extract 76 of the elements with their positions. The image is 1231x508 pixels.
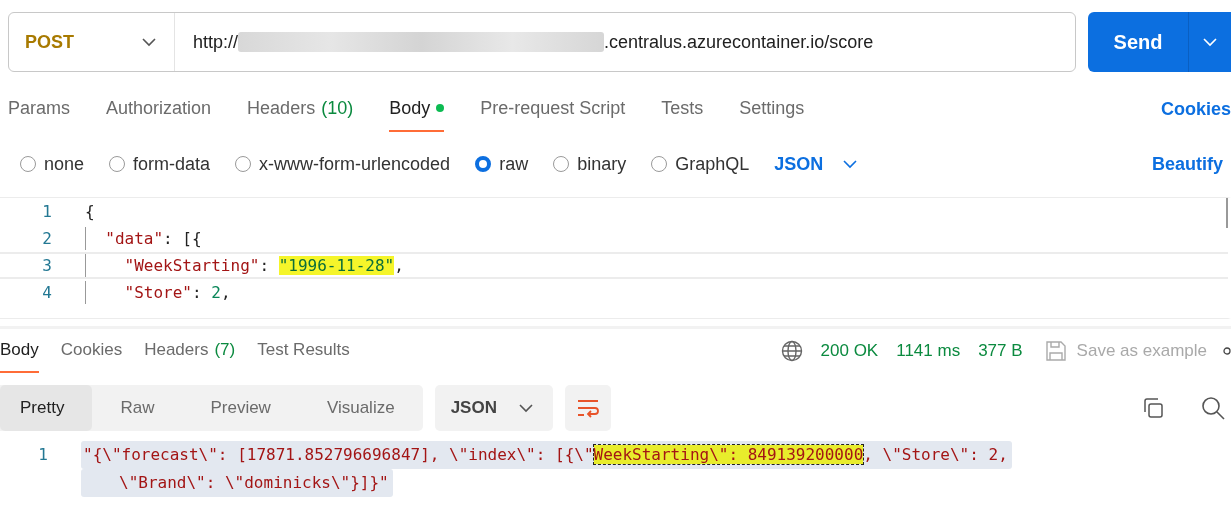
line-number: 1 bbox=[37, 444, 48, 466]
code-token: , bbox=[394, 256, 404, 275]
response-tab[interactable]: Test Results bbox=[257, 329, 350, 373]
option-label: GraphQL bbox=[675, 153, 750, 175]
option-label: binary bbox=[577, 153, 627, 175]
url-bar[interactable]: POST http:// .centralus.azurecontainer.io/score bbox=[8, 12, 1076, 72]
code-token: : bbox=[191, 283, 203, 302]
method-dropdown[interactable]: POST bbox=[9, 13, 175, 71]
method-label: POST bbox=[25, 31, 74, 53]
view-mode-tab[interactable]: Pretty bbox=[0, 385, 93, 431]
code-text: "{\"forecast\": [17871.852796696847], \"index\": [{\" bbox=[83, 445, 594, 464]
code-token: "WeekStarting" bbox=[123, 256, 260, 275]
beautify-link[interactable]: Beautify bbox=[1152, 153, 1223, 175]
tab-label: Headers bbox=[144, 340, 209, 360]
count-label: (10) bbox=[321, 97, 354, 119]
code-token: { bbox=[85, 202, 95, 221]
option-label: form-data bbox=[133, 153, 211, 175]
more-icon[interactable] bbox=[1223, 347, 1231, 355]
code-editor[interactable]: 1 { 2 "data": [{ 3 "WeekStarting": "1996-11-28", 4 "Store": 2, bbox=[0, 197, 1231, 319]
highlighted-code: "1996-11-28" bbox=[278, 256, 395, 275]
body-type-option[interactable]: form-data bbox=[109, 153, 211, 175]
tab-label: Headers bbox=[247, 97, 316, 119]
option-label: raw bbox=[499, 153, 529, 175]
wrap-lines-icon bbox=[575, 398, 600, 418]
chevron-down-icon bbox=[843, 159, 858, 169]
response-time: 1141 ms bbox=[896, 341, 961, 361]
chevron-down-icon bbox=[518, 403, 533, 413]
view-mode-tab[interactable]: Raw bbox=[92, 385, 183, 431]
response-tab[interactable]: Headers (7) bbox=[144, 329, 236, 373]
code-token: : bbox=[259, 256, 271, 275]
wrap-lines-button[interactable] bbox=[564, 385, 611, 431]
format-dropdown[interactable]: JSON bbox=[774, 153, 858, 175]
search-icon[interactable] bbox=[1201, 396, 1225, 420]
chevron-down-icon bbox=[142, 37, 156, 47]
code-text: , \"Store\": 2, bbox=[863, 445, 1008, 464]
count-label: (7) bbox=[214, 340, 236, 360]
request-tab[interactable]: Settings bbox=[739, 86, 805, 132]
request-tab[interactable]: Tests bbox=[661, 86, 704, 132]
line-number: 3 bbox=[41, 256, 52, 275]
line-number: 1 bbox=[41, 202, 52, 221]
code-token: "data" bbox=[104, 229, 164, 248]
globe-icon[interactable] bbox=[780, 340, 803, 362]
option-label: none bbox=[44, 153, 85, 175]
request-tab[interactable]: Authorization bbox=[106, 86, 212, 132]
request-tab[interactable]: Headers (10) bbox=[247, 86, 354, 132]
format-label: JSON bbox=[450, 398, 497, 418]
code-token: "Store" bbox=[123, 283, 192, 302]
radio-button[interactable] bbox=[475, 156, 492, 172]
highlighted-code: WeekStarting\": 849139200000 bbox=[593, 445, 864, 464]
code-token: , bbox=[220, 283, 231, 302]
request-tab[interactable]: Pre-request Script bbox=[480, 86, 626, 132]
body-type-option[interactable]: none bbox=[20, 153, 85, 175]
response-tab[interactable]: Body bbox=[0, 329, 39, 373]
code-token: : [{ bbox=[163, 229, 202, 248]
body-type-option[interactable]: binary bbox=[553, 153, 627, 175]
request-tab[interactable]: Body bbox=[389, 86, 445, 132]
url-text: .centralus.azurecontainer.io/score bbox=[604, 31, 874, 53]
response-tab[interactable]: Cookies bbox=[60, 329, 123, 373]
cookies-link[interactable]: Cookies bbox=[1160, 98, 1231, 120]
status-code: 200 OK bbox=[820, 341, 879, 361]
request-tab[interactable]: Params bbox=[8, 86, 70, 132]
copy-icon[interactable] bbox=[1141, 396, 1165, 420]
format-dropdown[interactable]: JSON bbox=[434, 385, 553, 431]
response-size: 377 B bbox=[978, 341, 1023, 361]
code-token: 2 bbox=[211, 283, 221, 302]
body-type-option[interactable]: raw bbox=[475, 153, 529, 175]
body-type-option[interactable]: GraphQL bbox=[651, 153, 750, 175]
line-number: 2 bbox=[41, 229, 52, 248]
line-number: 4 bbox=[41, 283, 52, 302]
url-text: http:// bbox=[193, 31, 239, 53]
view-mode-tab[interactable]: Preview bbox=[182, 385, 299, 431]
tab-label: Body bbox=[389, 97, 431, 119]
code-text: \"Brand\": \"dominicks\"}]}" bbox=[119, 473, 389, 492]
format-label: JSON bbox=[774, 153, 824, 175]
view-mode-tab[interactable]: Visualize bbox=[298, 385, 423, 431]
send-button[interactable]: Send bbox=[1088, 12, 1188, 72]
